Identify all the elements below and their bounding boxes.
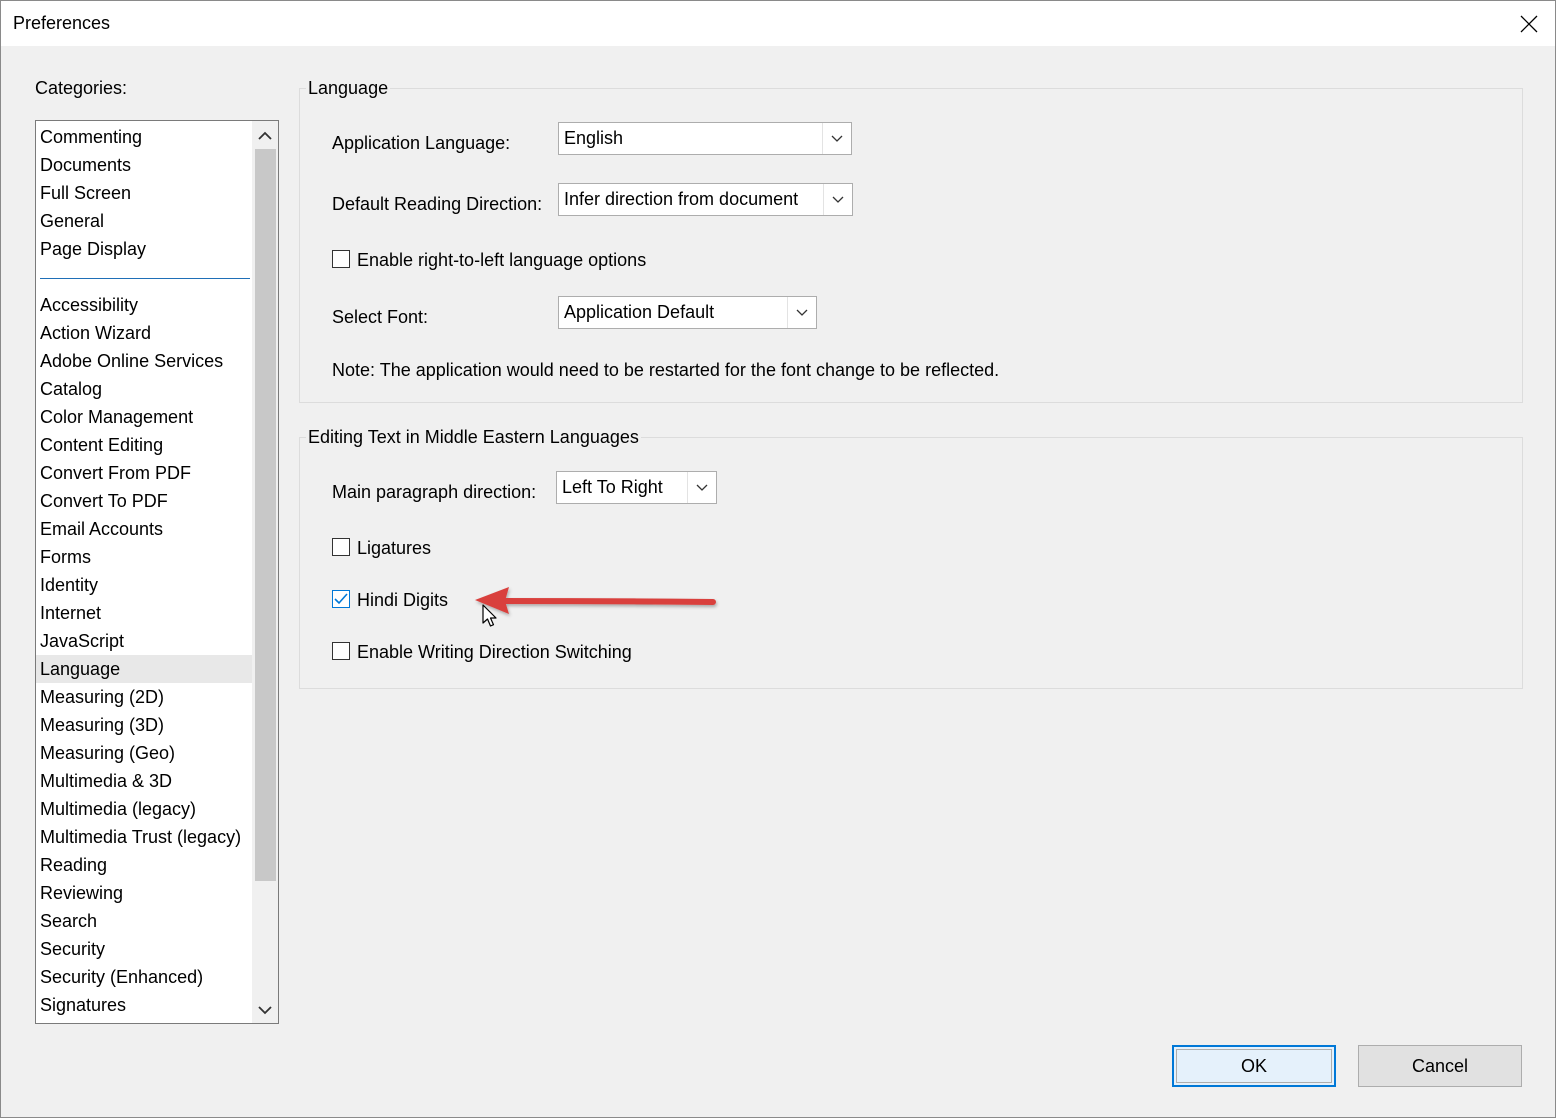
category-item[interactable]: Documents <box>36 151 252 179</box>
category-item[interactable]: Content Editing <box>36 431 252 459</box>
checkmark-icon <box>334 593 348 605</box>
category-item[interactable]: Multimedia Trust (legacy) <box>36 823 252 851</box>
app-language-label: Application Language: <box>332 133 511 153</box>
category-item[interactable]: Multimedia (legacy) <box>36 795 252 823</box>
category-item[interactable]: Search <box>36 907 252 935</box>
reading-direction-label: Default Reading Direction: <box>332 194 543 214</box>
middle-eastern-group-title: Editing Text in Middle Eastern Languages <box>306 427 641 448</box>
category-item[interactable]: Full Screen <box>36 179 252 207</box>
select-font-dropdown[interactable]: Application Default <box>558 296 817 329</box>
chevron-down-icon <box>258 1006 272 1015</box>
writing-direction-checkbox[interactable] <box>332 642 350 660</box>
font-restart-note: Note: The application would need to be r… <box>332 360 1000 380</box>
category-item-selected[interactable]: Language <box>36 655 252 683</box>
paragraph-direction-dropdown[interactable]: Left To Right <box>556 471 717 504</box>
hindi-digits-label[interactable]: Hindi Digits <box>357 590 448 611</box>
close-icon <box>1520 15 1538 32</box>
dropdown-arrow[interactable] <box>687 472 716 503</box>
category-item[interactable]: Measuring (2D) <box>36 683 252 711</box>
ok-button-label: OK <box>1240 1055 1267 1076</box>
category-item[interactable]: Convert To PDF <box>36 487 252 515</box>
chevron-down-icon <box>796 309 808 316</box>
preferences-dialog: Preferences Categories: Commenting Docume… <box>0 0 1556 1118</box>
window-title: Preferences <box>13 13 111 33</box>
ligatures-label[interactable]: Ligatures <box>357 538 431 559</box>
dropdown-arrow[interactable] <box>822 123 851 154</box>
category-item[interactable]: Catalog <box>36 375 252 403</box>
category-item[interactable]: Signatures <box>36 991 252 1019</box>
dropdown-arrow[interactable] <box>787 297 816 328</box>
rtl-checkbox[interactable] <box>332 250 350 268</box>
category-item[interactable]: Reading <box>36 851 252 879</box>
chevron-up-icon <box>258 131 272 140</box>
category-separator <box>40 278 250 279</box>
category-item[interactable]: Measuring (3D) <box>36 711 252 739</box>
dropdown-arrow[interactable] <box>823 184 852 215</box>
category-item[interactable]: Security <box>36 935 252 963</box>
rtl-label[interactable]: Enable right-to-left language options <box>357 250 646 271</box>
cancel-button-label: Cancel <box>1411 1055 1469 1076</box>
ligatures-checkbox[interactable] <box>332 538 350 556</box>
reading-direction-value: Infer direction from document <box>564 189 799 209</box>
app-language-value: English <box>564 128 624 148</box>
category-item[interactable]: Identity <box>36 571 252 599</box>
mouse-cursor-icon <box>482 604 497 627</box>
scroll-up-button[interactable] <box>252 123 278 149</box>
chevron-down-icon <box>832 196 844 203</box>
writing-direction-label[interactable]: Enable Writing Direction Switching <box>357 642 632 663</box>
category-item[interactable]: Internet <box>36 599 252 627</box>
category-item[interactable]: Multimedia & 3D <box>36 767 252 795</box>
select-font-label: Select Font: <box>332 307 429 327</box>
ok-button[interactable]: OK <box>1172 1045 1336 1087</box>
category-item[interactable]: Adobe Online Services <box>36 347 252 375</box>
category-item[interactable]: Reviewing <box>36 879 252 907</box>
categories-list[interactable]: Commenting Documents Full Screen General Pag… <box>35 120 279 1024</box>
chevron-down-icon <box>696 484 708 491</box>
category-item[interactable]: JavaScript <box>36 627 252 655</box>
hindi-digits-checkbox[interactable] <box>332 590 350 608</box>
paragraph-direction-value: Left To Right <box>562 477 663 497</box>
scroll-down-button[interactable] <box>252 997 278 1023</box>
category-item[interactable]: Measuring (Geo) <box>36 739 252 767</box>
category-item[interactable]: Convert From PDF <box>36 459 252 487</box>
category-item[interactable]: Forms <box>36 543 252 571</box>
category-item[interactable]: Security (Enhanced) <box>36 963 252 991</box>
category-item[interactable]: Color Management <box>36 403 252 431</box>
chevron-down-icon <box>831 135 843 142</box>
language-group-title: Language <box>306 78 391 99</box>
category-item[interactable]: Action Wizard <box>36 319 252 347</box>
app-language-dropdown[interactable]: English <box>558 122 852 155</box>
categories-label: Categories: <box>35 78 128 98</box>
category-item[interactable]: Email Accounts <box>36 515 252 543</box>
reading-direction-dropdown[interactable]: Infer direction from document <box>558 183 853 216</box>
category-item[interactable]: Commenting <box>36 123 252 151</box>
close-button[interactable] <box>1503 1 1555 46</box>
category-item[interactable]: General <box>36 207 252 235</box>
title-bar: Preferences <box>1 1 1555 46</box>
paragraph-direction-label: Main paragraph direction: <box>332 482 537 502</box>
category-item[interactable]: Accessibility <box>36 291 252 319</box>
select-font-value: Application Default <box>564 302 715 322</box>
categories-scrollbar[interactable] <box>252 121 278 1023</box>
category-item[interactable]: Page Display <box>36 235 252 263</box>
scroll-thumb[interactable] <box>255 149 276 881</box>
cancel-button[interactable]: Cancel <box>1358 1045 1522 1087</box>
